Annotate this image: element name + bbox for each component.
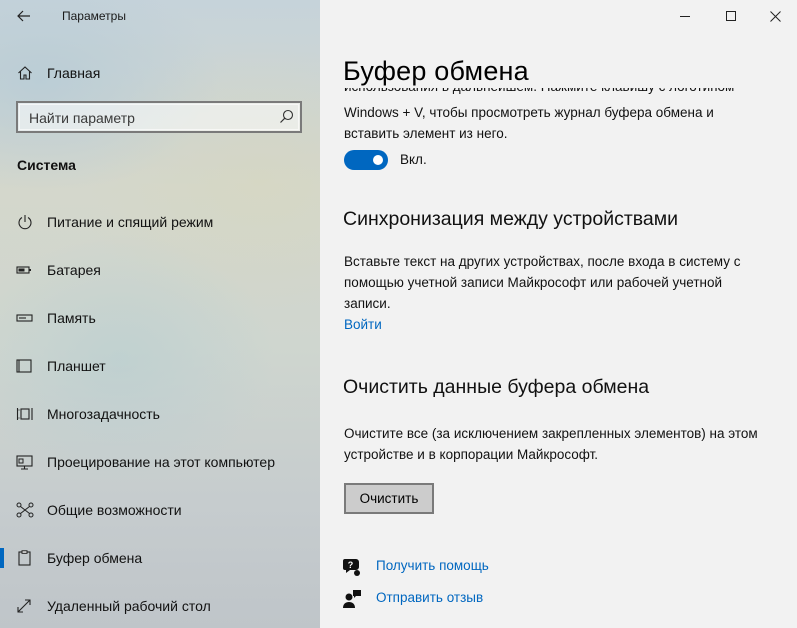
- search-icon[interactable]: [279, 109, 294, 124]
- sidebar-item-label: Общие возможности: [47, 502, 182, 518]
- sync-description: Вставьте текст на других устройствах, по…: [344, 254, 741, 311]
- clipped-text-container: использования в дальнейшем. Нажмите клав…: [344, 88, 764, 96]
- send-feedback-link[interactable]: Отправить отзыв: [342, 587, 642, 611]
- toggle-knob: [373, 155, 383, 165]
- home-nav-item[interactable]: Главная: [0, 56, 320, 90]
- send-feedback-label: Отправить отзыв: [376, 590, 484, 605]
- clear-heading: Очистить данные буфера обмена: [343, 376, 650, 398]
- sidebar-item-label: Питание и спящий режим: [47, 214, 214, 230]
- sidebar-item-storage[interactable]: Память: [0, 298, 320, 338]
- titlebar-left: Параметры: [0, 0, 320, 32]
- clipboard-icon: [18, 550, 31, 566]
- power-icon: [18, 215, 32, 230]
- home-label: Главная: [47, 65, 101, 81]
- sidebar-item-remote-desktop[interactable]: Удаленный рабочий стол: [0, 586, 320, 626]
- sidebar: Параметры Главная Система Питание и спящ…: [0, 0, 320, 628]
- feedback-icon: [343, 590, 361, 608]
- get-help-link[interactable]: ? Получить помощь: [342, 555, 642, 579]
- home-icon: [18, 66, 32, 80]
- projecting-icon: [16, 455, 33, 470]
- sign-in-link[interactable]: Войти: [344, 317, 382, 332]
- sidebar-item-label: Проецирование на этот компьютер: [47, 454, 275, 470]
- sidebar-item-tablet[interactable]: Планшет: [0, 346, 320, 386]
- section-title: Система: [17, 157, 76, 173]
- sidebar-item-label: Батарея: [47, 262, 101, 278]
- remote-desktop-icon: [17, 599, 31, 613]
- svg-text:?: ?: [348, 560, 354, 570]
- sidebar-item-shared-experiences[interactable]: Общие возможности: [0, 490, 320, 530]
- back-button[interactable]: [10, 4, 38, 28]
- sidebar-item-projecting[interactable]: Проецирование на этот компьютер: [0, 442, 320, 482]
- tablet-icon: [16, 359, 32, 373]
- sidebar-item-power[interactable]: Питание и спящий режим: [0, 202, 320, 242]
- clear-button[interactable]: Очистить: [344, 483, 434, 514]
- sidebar-item-label: Память: [47, 310, 96, 326]
- sidebar-item-label: Планшет: [47, 358, 106, 374]
- help-icon: ?: [343, 559, 360, 576]
- shared-experiences-icon: [16, 502, 34, 518]
- sidebar-item-label: Многозадачность: [47, 406, 160, 422]
- multitasking-icon: [16, 408, 33, 420]
- history-description: Windows + V, чтобы просмотреть журнал бу…: [344, 105, 714, 141]
- storage-icon: [16, 314, 33, 322]
- sidebar-item-battery[interactable]: Батарея: [0, 250, 320, 290]
- clipped-description: использования в дальнейшем. Нажмите клав…: [344, 88, 764, 96]
- toggle-state-label: Вкл.: [400, 152, 427, 167]
- sidebar-item-label: Буфер обмена: [47, 550, 143, 566]
- back-arrow-icon: [17, 10, 30, 22]
- battery-icon: [16, 266, 31, 274]
- search-box[interactable]: [16, 101, 302, 133]
- get-help-label: Получить помощь: [376, 558, 489, 573]
- sidebar-item-multitasking[interactable]: Многозадачность: [0, 394, 320, 434]
- app-title: Параметры: [62, 9, 126, 23]
- clipboard-history-toggle[interactable]: [344, 150, 388, 170]
- page-title: Буфер обмена: [343, 56, 529, 86]
- search-input[interactable]: [27, 108, 271, 128]
- sync-heading: Синхронизация между устройствами: [343, 208, 679, 230]
- clear-description: Очистите все (за исключением закрепленны…: [344, 426, 758, 462]
- sidebar-item-clipboard[interactable]: Буфер обмена: [0, 538, 320, 578]
- sidebar-item-label: Удаленный рабочий стол: [47, 598, 211, 614]
- main-content: Буфер обмена использования в дальнейшем.…: [320, 0, 797, 628]
- active-indicator: [0, 548, 4, 568]
